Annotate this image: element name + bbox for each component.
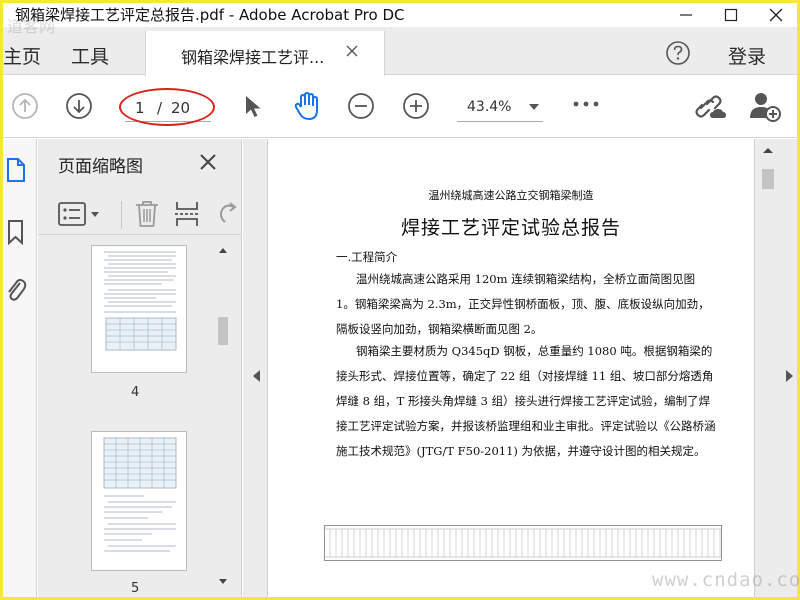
page-preview bbox=[103, 437, 177, 552]
toolbar: 1 / 20 43.4% bbox=[3, 76, 797, 138]
tab-bar: 主页 工具 钢箱梁焊接工艺评... 登录 bbox=[3, 27, 797, 76]
paperclip-icon bbox=[8, 278, 27, 301]
share-link-button[interactable] bbox=[695, 90, 729, 122]
arrow-up-circle-icon bbox=[12, 93, 38, 119]
section-heading: 一.工程简介 bbox=[336, 250, 398, 264]
chevron-down-icon bbox=[529, 104, 539, 110]
select-tool-button[interactable] bbox=[243, 94, 263, 120]
minimize-icon bbox=[680, 14, 692, 16]
document-subtitle: 温州绕城高速公路立交钢箱梁制造 bbox=[428, 189, 594, 202]
minimize-button[interactable] bbox=[663, 3, 709, 27]
collapse-right-panel-icon[interactable] bbox=[785, 369, 795, 383]
document-title: 焊接工艺评定试验总报告 bbox=[400, 217, 621, 239]
maximize-button[interactable] bbox=[708, 3, 754, 27]
next-page-button[interactable] bbox=[65, 92, 93, 120]
previous-page-button[interactable] bbox=[11, 92, 39, 120]
zoom-out-icon bbox=[348, 93, 374, 119]
more-tools-button[interactable] bbox=[573, 100, 599, 108]
hand-tool-button[interactable] bbox=[291, 90, 323, 122]
scrollbar-track bbox=[762, 148, 774, 189]
tab-document[interactable]: 钢箱梁焊接工艺评... bbox=[145, 31, 385, 76]
zoom-level-dropdown[interactable]: 43.4% bbox=[457, 94, 543, 122]
split-page-icon bbox=[175, 202, 199, 226]
scrollbar-track bbox=[218, 248, 228, 584]
trash-icon bbox=[136, 201, 158, 227]
thumbnail-page-number: 4 bbox=[131, 385, 140, 400]
delete-page-button[interactable] bbox=[134, 199, 160, 229]
login-button[interactable]: 登录 bbox=[728, 42, 766, 69]
zoom-out-button[interactable] bbox=[347, 92, 375, 120]
watermark: www.cndao.com bbox=[652, 569, 800, 591]
close-window-button[interactable] bbox=[753, 3, 797, 27]
collapse-left-panel-icon[interactable] bbox=[251, 369, 261, 383]
thumbnails-panel-title: 页面缩略图 bbox=[58, 157, 143, 177]
maximize-icon bbox=[724, 8, 738, 22]
page-thumbnails-button[interactable] bbox=[3, 157, 29, 183]
close-panel-icon[interactable] bbox=[198, 152, 218, 172]
arrow-down-circle-icon bbox=[66, 93, 92, 119]
cursor-arrow-icon bbox=[246, 96, 261, 117]
add-user-icon bbox=[750, 93, 781, 122]
paragraph: 温州绕城高速公路采用 120m 连续钢箱梁结构，全桥立面简图见图 1。钢箱梁梁高… bbox=[336, 272, 710, 336]
file-pages-icon bbox=[7, 158, 25, 182]
pdf-page: 温州绕城高速公路立交钢箱梁制造 焊接工艺评定试验总报告 一.工程简介 温州绕城高… bbox=[267, 139, 755, 597]
highlight-ellipse bbox=[119, 88, 215, 126]
tab-close-icon[interactable] bbox=[346, 45, 358, 57]
attachments-button[interactable] bbox=[3, 275, 29, 303]
window-title: 钢箱梁焊接工艺评定总报告.pdf - Adobe Acrobat Pro DC bbox=[15, 6, 405, 24]
paragraph: 钢箱梁主要材质为 Q345qD 钢板，总重量约 1080 吨。根据钢箱梁的接头形… bbox=[336, 344, 716, 458]
title-bar: 钢箱梁焊接工艺评定总报告.pdf - Adobe Acrobat Pro DC bbox=[3, 3, 797, 27]
bridge-elevation-drawing bbox=[324, 525, 722, 561]
zoom-value: 43.4% bbox=[467, 99, 512, 115]
zoom-in-button[interactable] bbox=[402, 92, 430, 120]
thumbnail-page-number: 5 bbox=[131, 581, 140, 596]
rotate-icon bbox=[220, 202, 237, 223]
help-icon[interactable] bbox=[665, 40, 691, 66]
thumbnails-toolbar bbox=[38, 195, 242, 235]
hand-icon bbox=[294, 92, 318, 120]
page-thumbnail-4[interactable] bbox=[91, 245, 187, 373]
toolbar-divider bbox=[121, 201, 122, 229]
thumbnails-scrollbar[interactable] bbox=[214, 245, 232, 597]
navigation-rail bbox=[3, 139, 37, 597]
close-icon bbox=[769, 8, 783, 22]
tab-document-label: 钢箱梁焊接工艺评... bbox=[181, 48, 325, 67]
page-thumbnail-5[interactable] bbox=[91, 431, 187, 571]
tab-home[interactable]: 主页 bbox=[3, 42, 41, 69]
acrobat-window: 钢箱梁焊接工艺评定总报告.pdf - Adobe Acrobat Pro DC … bbox=[3, 3, 797, 597]
bookmark-icon bbox=[8, 220, 23, 245]
tab-tools[interactable]: 工具 bbox=[71, 42, 109, 69]
extract-page-button[interactable] bbox=[174, 199, 200, 229]
rotate-page-button[interactable] bbox=[214, 199, 238, 229]
thumbnail-options-button[interactable] bbox=[58, 199, 102, 229]
watermark-corner: 道客网 bbox=[7, 17, 56, 36]
zoom-in-icon bbox=[403, 93, 429, 119]
document-view[interactable]: 温州绕城高速公路立交钢箱梁制造 焊接工艺评定试验总报告 一.工程简介 温州绕城高… bbox=[243, 139, 797, 597]
add-user-button[interactable] bbox=[748, 90, 782, 122]
thumbnails-panel: 页面缩略图 4 5 bbox=[38, 139, 242, 597]
page-preview bbox=[104, 251, 177, 351]
link-cloud-icon bbox=[695, 95, 726, 118]
document-scrollbar[interactable] bbox=[757, 139, 779, 597]
thumbnail-list: 4 5 bbox=[38, 245, 228, 597]
list-options-icon bbox=[58, 202, 99, 226]
bookmarks-button[interactable] bbox=[3, 219, 29, 245]
more-icon bbox=[573, 101, 599, 107]
